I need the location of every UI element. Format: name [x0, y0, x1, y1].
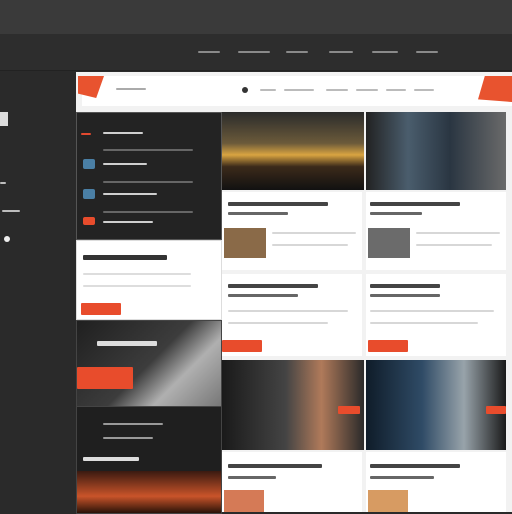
bottom-image: [77, 471, 221, 513]
nav-item-3[interactable]: [286, 51, 308, 53]
sidebar-line-1: [103, 149, 193, 151]
card-4-line-1: [370, 310, 494, 312]
card-5-image[interactable]: [222, 360, 364, 450]
sidebar-item-3[interactable]: [103, 193, 157, 195]
header-nav-1[interactable]: [260, 89, 276, 91]
card-1-line-2: [272, 244, 348, 246]
sidebar-line-2: [103, 181, 193, 183]
bottom-title: [83, 457, 139, 461]
sidebar-image-tile[interactable]: [76, 320, 222, 408]
card-2-line-2: [416, 244, 492, 246]
header-nav-2[interactable]: [284, 89, 314, 91]
nav-item-2[interactable]: [238, 51, 270, 53]
card-2-thumb: [368, 228, 410, 258]
card-5-subtitle: [228, 476, 276, 479]
card-1-image[interactable]: [222, 112, 364, 190]
sidebar-item-4[interactable]: [103, 221, 153, 223]
card-1[interactable]: [222, 192, 362, 270]
card-2-image[interactable]: [366, 112, 506, 190]
header-nav-5[interactable]: [386, 89, 406, 91]
sidebar-item-1[interactable]: [103, 132, 143, 134]
promo-title: [83, 255, 167, 260]
left-item-2[interactable]: [2, 210, 20, 212]
bottom-line-1: [103, 423, 163, 425]
card-6-title: [370, 464, 460, 468]
card-2-title: [370, 202, 460, 206]
card-4-line-2: [370, 322, 478, 324]
bottom-line-2: [103, 437, 153, 439]
card-3-title: [228, 284, 318, 288]
card-4-button[interactable]: [368, 340, 408, 352]
card-3[interactable]: [222, 274, 362, 356]
card-6-thumb: [368, 490, 408, 512]
tile-button[interactable]: [77, 367, 133, 389]
card-1-subtitle: [228, 212, 288, 215]
top-bar: [0, 0, 512, 34]
card-3-line-2: [228, 322, 328, 324]
header-nav-6[interactable]: [414, 89, 434, 91]
left-panel: [0, 72, 72, 512]
sidebar-icon-2: [83, 159, 95, 169]
content-header: [78, 76, 512, 106]
card-5-title: [228, 464, 322, 468]
card-5[interactable]: [222, 452, 362, 512]
card-2-line-1: [416, 232, 500, 234]
promo-line-2: [83, 285, 191, 287]
promo-line-1: [83, 273, 191, 275]
card-5-thumb: [224, 490, 264, 512]
card-1-line-1: [272, 232, 356, 234]
sidebar-icon-4: [83, 217, 95, 225]
card-5-badge[interactable]: [338, 406, 360, 414]
card-2[interactable]: [366, 192, 506, 270]
tile-title: [97, 341, 157, 346]
logo-shape-right: [478, 76, 512, 102]
left-dot[interactable]: [4, 236, 10, 242]
nav-item-4[interactable]: [329, 51, 353, 53]
left-glyph: [0, 112, 8, 126]
nav-dot[interactable]: [242, 87, 248, 93]
card-3-line-1: [228, 310, 348, 312]
secondary-nav: [0, 34, 512, 71]
header-nav-3[interactable]: [326, 89, 348, 91]
card-1-title: [228, 202, 328, 206]
sidebar-bottom: [76, 406, 222, 514]
nav-item-1[interactable]: [198, 51, 220, 53]
sidebar-promo: [76, 240, 222, 320]
sidebar-accent-1: [81, 133, 91, 135]
left-item-1[interactable]: [0, 182, 6, 184]
card-3-button[interactable]: [222, 340, 262, 352]
nav-item-6[interactable]: [416, 51, 438, 53]
header-nav-4[interactable]: [356, 89, 378, 91]
card-4-subtitle: [370, 294, 440, 297]
card-3-subtitle: [228, 294, 298, 297]
sidebar-item-2[interactable]: [103, 163, 147, 165]
card-6-badge[interactable]: [486, 406, 506, 414]
sidebar-line-3: [103, 211, 193, 213]
card-6-subtitle: [370, 476, 434, 479]
card-2-subtitle: [370, 212, 422, 215]
nav-item-5[interactable]: [372, 51, 398, 53]
site-logo-text: [116, 88, 146, 90]
promo-button[interactable]: [81, 303, 121, 315]
tile-image: [77, 321, 221, 407]
sidebar-icon-3: [83, 189, 95, 199]
card-6[interactable]: [366, 452, 506, 512]
card-6-image[interactable]: [366, 360, 506, 450]
card-1-thumb: [224, 228, 266, 258]
logo-shape-left: [78, 76, 104, 98]
card-4-title: [370, 284, 440, 288]
sidebar-list: [76, 112, 222, 240]
card-4[interactable]: [366, 274, 506, 356]
